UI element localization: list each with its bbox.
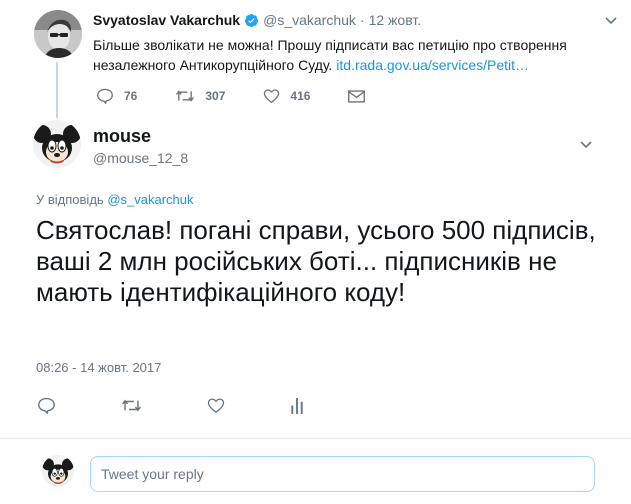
replying-to-handle[interactable]: @s_vakarchuk (107, 192, 193, 207)
reply-button[interactable] (37, 397, 56, 414)
parent-author-avatar[interactable] (34, 10, 82, 58)
parent-tweet[interactable]: Svyatoslav Vakarchuk @s_vakarchuk · 12 ж… (0, 0, 631, 118)
reply-icon (97, 88, 113, 104)
parent-header: Svyatoslav Vakarchuk @s_vakarchuk · 12 ж… (93, 12, 421, 28)
main-tweet-timestamp[interactable]: 08:26 - 14 жовт. 2017 (36, 360, 161, 375)
main-author-name[interactable]: mouse (93, 126, 151, 147)
current-user-avatar (42, 455, 74, 487)
replying-to-line: У відповідь @s_vakarchuk (36, 192, 194, 207)
verified-badge-icon (244, 13, 259, 28)
main-action-bar (37, 394, 369, 416)
thread-connector-line (56, 62, 58, 118)
parent-author-name[interactable]: Svyatoslav Vakarchuk (93, 12, 240, 28)
reply-button[interactable]: 76 (96, 88, 137, 104)
retweet-button[interactable]: 307 (175, 88, 225, 104)
envelope-icon (348, 89, 366, 103)
reply-icon (38, 397, 55, 414)
parent-tweet-text: Більше зволікати не можна! Прошу підписа… (93, 35, 593, 75)
reply-input[interactable] (90, 456, 595, 492)
retweet-button[interactable] (121, 397, 142, 414)
reply-count: 76 (124, 89, 138, 103)
analytics-icon (291, 397, 303, 414)
like-button[interactable] (207, 397, 225, 414)
parent-date[interactable]: 12 жовт. (369, 12, 422, 28)
chevron-down-icon[interactable] (580, 140, 592, 150)
parent-author-handle[interactable]: @s_vakarchuk (263, 12, 356, 28)
like-count: 416 (290, 89, 311, 103)
chevron-down-icon[interactable] (605, 16, 617, 26)
analytics-button[interactable] (290, 397, 304, 414)
main-author-handle[interactable]: @mouse_12_8 (93, 150, 188, 166)
retweet-count: 307 (205, 89, 226, 103)
parent-action-bar: 76 307 416 (96, 86, 403, 106)
retweet-icon (122, 398, 141, 412)
heart-icon (264, 89, 280, 104)
retweet-icon (176, 90, 195, 102)
heart-icon (207, 397, 225, 413)
like-button[interactable]: 416 (263, 88, 310, 104)
replying-to-label: У відповідь (36, 192, 104, 207)
direct-message-button[interactable] (348, 89, 366, 103)
header-separator: · (359, 12, 365, 28)
main-tweet-text: Святослав! погані справи, усього 500 під… (36, 215, 596, 307)
main-author-avatar[interactable] (33, 120, 81, 168)
petition-link[interactable]: itd.rada.gov.ua/services/Petit… (336, 57, 529, 73)
